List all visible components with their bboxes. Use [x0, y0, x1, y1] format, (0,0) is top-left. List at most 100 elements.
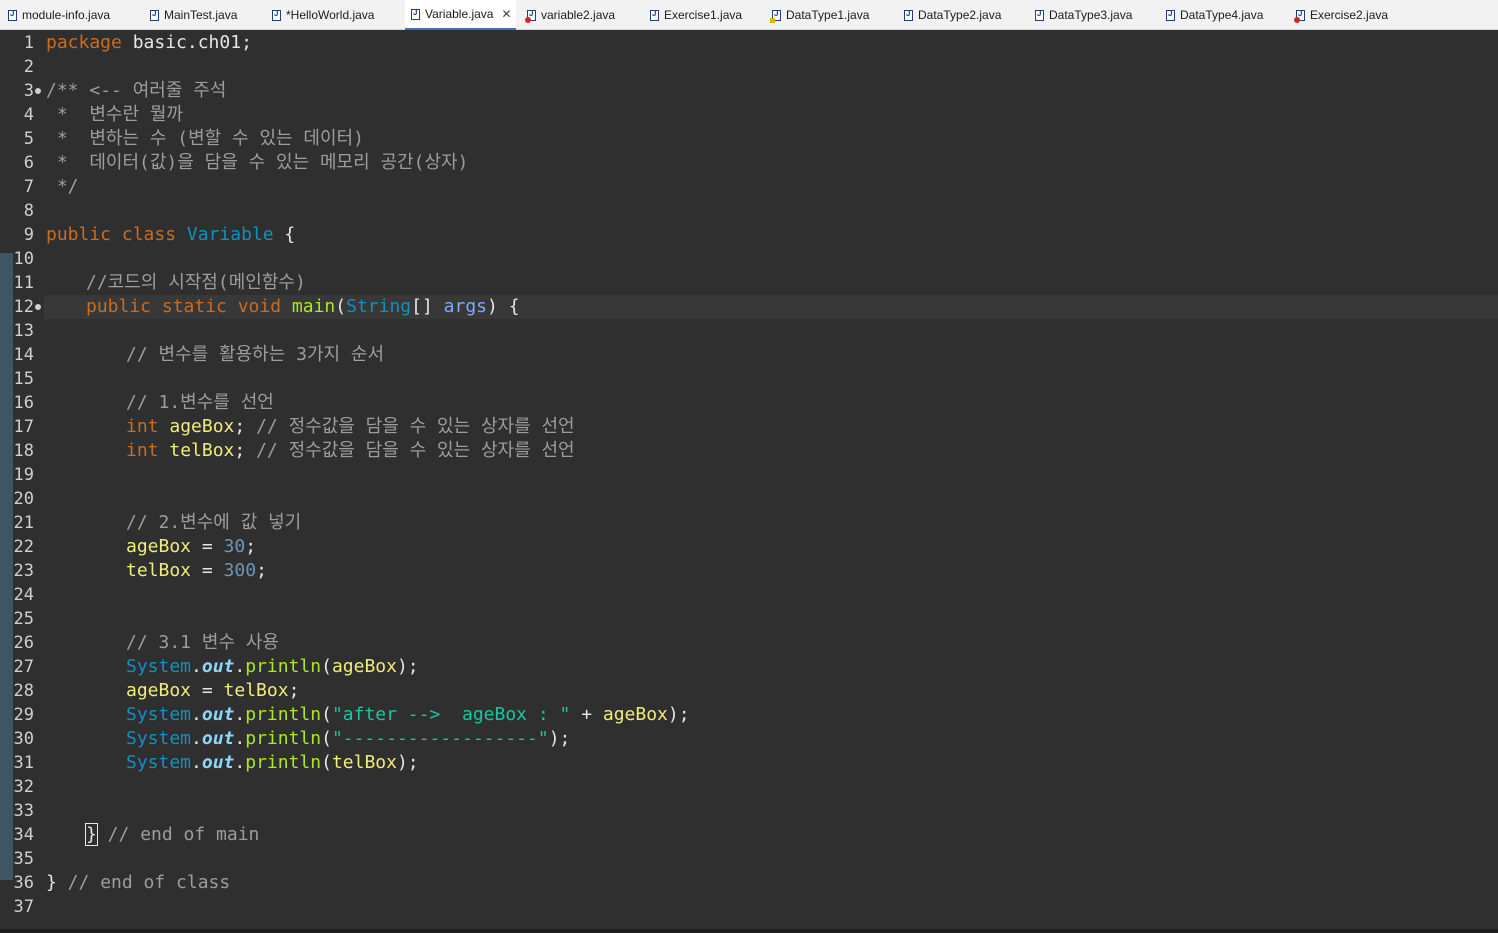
- editor-tab-bar: module-info.java MainTest.java *HelloWor…: [0, 0, 1498, 30]
- variable: telBox: [169, 440, 235, 461]
- tab-datatype3[interactable]: DataType3.java: [1035, 0, 1132, 30]
- dot: .: [234, 728, 246, 749]
- tab-variable2[interactable]: variable2.java: [525, 0, 616, 30]
- operator: =: [191, 536, 224, 557]
- tab-module-info[interactable]: module-info.java: [8, 0, 110, 30]
- code-line-5: * 변하는 수 (변할 수 있는 데이터): [46, 128, 364, 149]
- line-number: 18: [13, 441, 34, 461]
- code-line-31: System.out.println(telBox);: [126, 751, 419, 775]
- class-name: Variable: [186, 224, 274, 245]
- code-line-14: // 변수를 활용하는 3가지 순서: [126, 344, 385, 365]
- code-line-6: * 데이터(값)을 담을 수 있는 메모리 공간(상자): [46, 152, 469, 173]
- tab-label: *HelloWorld.java: [286, 8, 375, 22]
- tab-label: DataType2.java: [918, 8, 1002, 22]
- dot: .: [234, 704, 246, 725]
- semicolon: ;: [234, 416, 246, 437]
- line-number: 23: [13, 561, 34, 581]
- tab-label: Variable.java: [425, 7, 494, 21]
- code-line-11: //코드의 시작점(메인함수): [86, 272, 306, 293]
- line-number: 8: [23, 201, 34, 221]
- line-number: 21: [13, 513, 34, 533]
- code-line-4: * 변수란 뭘까: [46, 104, 183, 125]
- tab-datatype2[interactable]: DataType2.java: [904, 0, 1001, 30]
- class-name: System: [126, 656, 192, 677]
- paren: );: [396, 656, 419, 677]
- paren: ) {: [487, 296, 520, 317]
- tab-exercise2[interactable]: Exercise2.java: [1294, 0, 1388, 30]
- tab-datatype1[interactable]: DataType1.java: [770, 0, 870, 30]
- code-line-34: } // end of main: [85, 823, 260, 847]
- tab-exercise1[interactable]: Exercise1.java: [650, 0, 742, 30]
- tab-label: variable2.java: [541, 8, 616, 22]
- tab-label: DataType3.java: [1049, 8, 1133, 22]
- tab-maintest[interactable]: MainTest.java: [150, 0, 237, 30]
- method-call: println: [245, 656, 322, 677]
- dot: .: [191, 704, 202, 725]
- brace: {: [273, 224, 296, 245]
- java-file-icon: [904, 9, 913, 21]
- operator: =: [191, 560, 224, 581]
- type-name: String: [346, 296, 412, 317]
- tab-variable[interactable]: Variable.java ✕: [405, 0, 516, 30]
- line-number: 33: [13, 801, 34, 821]
- code-editor[interactable]: 1 2 3 4 5 6 7 8 9 10 11 12 13 14 15 16 1…: [0, 31, 1498, 931]
- method-call: println: [245, 752, 322, 773]
- keyword: public class: [46, 224, 177, 245]
- keyword: public static void: [86, 296, 282, 317]
- line-number: 20: [13, 489, 34, 509]
- static-field: out: [201, 656, 235, 677]
- line-number: 24: [13, 585, 34, 605]
- comment: // 정수값을 담을 수 있는 상자를 선언: [245, 416, 575, 437]
- close-icon[interactable]: ✕: [501, 7, 511, 21]
- line-number: 28: [13, 681, 34, 701]
- dot: .: [191, 752, 202, 773]
- comment: // end of class: [56, 872, 231, 893]
- brace: }: [46, 872, 57, 893]
- class-name: System: [126, 752, 192, 773]
- tab-datatype4[interactable]: DataType4.java: [1166, 0, 1263, 30]
- variable: ageBox: [331, 656, 397, 677]
- line-number: 5: [23, 129, 34, 149]
- line-number: 4: [23, 105, 34, 125]
- line-number: 19: [13, 465, 34, 485]
- line-number: 13: [13, 321, 34, 341]
- java-file-icon: [1035, 9, 1044, 21]
- paren: );: [396, 752, 419, 773]
- dot: .: [234, 752, 246, 773]
- fold-collapse-icon[interactable]: [35, 88, 41, 94]
- line-number: 30: [13, 729, 34, 749]
- line-number: 25: [13, 609, 34, 629]
- code-line-22: ageBox = 30;: [126, 535, 256, 559]
- line-number: 29: [13, 705, 34, 725]
- tab-label: DataType1.java: [786, 8, 870, 22]
- static-field: out: [201, 728, 235, 749]
- operator: =: [191, 680, 224, 701]
- matching-brace: }: [85, 823, 98, 846]
- keyword: package: [46, 32, 122, 53]
- code-line-27: System.out.println(ageBox);: [126, 655, 419, 679]
- line-number: 1: [23, 33, 34, 53]
- dot: .: [191, 728, 202, 749]
- string-literal: "after --> ageBox : ": [331, 704, 571, 725]
- paren: (: [321, 728, 332, 749]
- paren: );: [667, 704, 690, 725]
- fold-collapse-icon[interactable]: [35, 304, 41, 310]
- semicolon: ;: [245, 536, 257, 557]
- number-literal: 300: [223, 560, 257, 581]
- variable: telBox: [331, 752, 397, 773]
- tab-helloworld[interactable]: *HelloWorld.java: [272, 0, 374, 30]
- code-line-28: ageBox = telBox;: [126, 679, 299, 703]
- java-file-warning-icon: [770, 9, 781, 23]
- operator: +: [570, 704, 603, 725]
- java-file-icon: [411, 8, 420, 20]
- java-file-icon: [272, 9, 281, 21]
- number-literal: 30: [223, 536, 246, 557]
- comment: // end of main: [96, 824, 260, 845]
- java-file-error-icon: [1294, 9, 1305, 23]
- tab-label: MainTest.java: [164, 8, 238, 22]
- paren: );: [548, 728, 571, 749]
- code-line-17: int ageBox; // 정수값을 담을 수 있는 상자를 선언: [126, 415, 575, 439]
- method-call: println: [245, 728, 322, 749]
- line-number: 10: [13, 249, 34, 269]
- semicolon: ;: [288, 680, 300, 701]
